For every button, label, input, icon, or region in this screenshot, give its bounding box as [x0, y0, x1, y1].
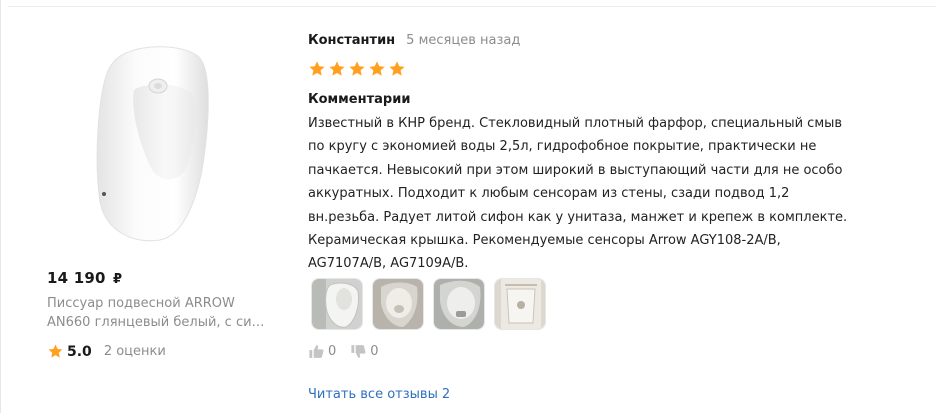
review-photo-thumbnail[interactable] [311, 278, 363, 330]
rating-count: 2 оценки [103, 344, 166, 359]
review-votes: 0 0 [308, 343, 379, 360]
star-icon [349, 61, 365, 76]
comment-line: AG7107A/B, AG7109A/B. [308, 256, 469, 272]
dislike-count: 0 [370, 344, 379, 359]
read-all-label: Читать все отзывы [308, 387, 438, 402]
product-title-line: AN660 глянцевый белый, с си… [47, 315, 265, 330]
review-photo-thumbnail[interactable] [494, 278, 546, 330]
dislike-button[interactable]: 0 [350, 343, 379, 360]
comment-line: Известный в КНР бренд. Стекловидный плот… [308, 116, 843, 131]
product-title[interactable]: Писсуар подвесной ARROW AN660 глянцевый … [47, 294, 283, 332]
thumbs-down-icon [351, 345, 366, 358]
review-card: Константин 5 месяцев назад Комментарии И… [308, 0, 928, 413]
comment-line: по кругу с экономией воды 2,5л, гидрофоб… [308, 139, 817, 155]
comment-line: Керамическая крышка. Рекомендуемые сенсо… [308, 233, 781, 249]
comment-line: аккуратных. Подходит к любым сенсорам из… [308, 186, 790, 202]
read-all-count: 2 [441, 387, 451, 402]
comment-text: Известный в КНР бренд. Стекловидный плот… [308, 112, 853, 276]
star-icon [329, 61, 345, 76]
product-card[interactable]: 14 190 ₽ Писсуар подвесной ARROW AN660 г… [0, 0, 290, 413]
review-stars [308, 60, 406, 78]
price-currency: ₽ [113, 272, 123, 287]
review-header: Константин 5 месяцев назад [308, 33, 520, 48]
review-photos [311, 278, 546, 330]
comment-line: вн.резьба. Радует литой сифон как у унит… [308, 209, 848, 225]
thumbs-up-icon [309, 345, 324, 358]
review-date: 5 месяцев назад [406, 33, 521, 48]
comment-heading: Комментарии [308, 92, 411, 107]
review-photo-thumbnail[interactable] [372, 278, 424, 330]
product-price: 14 190 ₽ [47, 269, 122, 287]
star-icon [369, 61, 385, 76]
review-author: Константин [308, 33, 396, 48]
read-all-reviews-link[interactable]: Читать все отзывы 2 [308, 387, 450, 402]
urinal-product-photo[interactable] [84, 42, 224, 246]
review-photo-thumbnail[interactable] [433, 278, 485, 330]
star-icon [309, 61, 325, 76]
product-rating: 5.0 2 оценки [47, 343, 166, 360]
star-icon [389, 61, 405, 76]
star-icon [48, 344, 63, 358]
product-title-line: Писсуар подвесной ARROW [47, 296, 235, 311]
like-count: 0 [328, 344, 337, 359]
price-value: 14 190 [47, 269, 106, 287]
rating-score: 5.0 [67, 343, 92, 360]
comment-line: пачкается. Невысокий при этом широкий в … [308, 162, 843, 178]
like-button[interactable]: 0 [308, 343, 336, 360]
